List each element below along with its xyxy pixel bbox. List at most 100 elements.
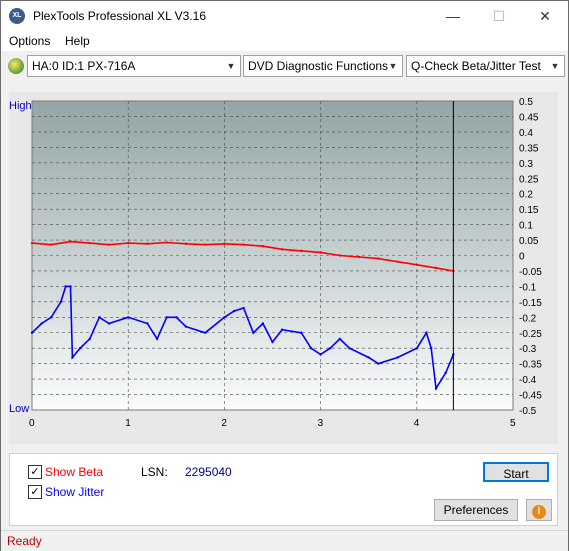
info-button[interactable]: i <box>526 499 552 521</box>
data-point-jitter <box>59 300 63 304</box>
x-tick-label: 5 <box>510 418 516 429</box>
data-point-beta <box>88 241 91 245</box>
preferences-button[interactable]: Preferences <box>434 499 518 521</box>
show-beta-checkbox[interactable]: ✓ <box>28 465 42 479</box>
data-point-beta <box>50 243 53 246</box>
y-tick-label: 0 <box>519 252 525 263</box>
app-window: XL PlexTools Professional XL V3.16 — ☐ ✕… <box>0 0 569 551</box>
menu-options[interactable]: Options <box>9 34 50 48</box>
minimize-button[interactable]: — <box>430 1 476 31</box>
data-point-beta <box>396 260 399 263</box>
function-select-value: DVD Diagnostic Functions <box>248 59 389 73</box>
data-point-jitter <box>223 316 226 319</box>
lsn-label: LSN: <box>141 465 168 479</box>
chevron-down-icon: ▼ <box>226 61 236 71</box>
y-tick-label: -0.35 <box>519 360 542 371</box>
data-point-jitter <box>348 347 351 350</box>
function-select[interactable]: DVD Diagnostic Functions ▼ <box>243 55 403 77</box>
y-tick-label: 0.35 <box>519 143 539 154</box>
drive-select[interactable]: HA:0 ID:1 PX-716A ▼ <box>27 55 241 77</box>
y-tick-label: 0.05 <box>519 236 539 247</box>
low-label: Low <box>9 403 29 415</box>
data-point-jitter <box>430 347 433 350</box>
menu-bar: Options Help <box>1 31 568 51</box>
data-point-jitter <box>107 322 111 325</box>
data-point-beta <box>377 257 380 260</box>
y-tick-label: -0.25 <box>519 329 542 340</box>
grid-lines <box>32 101 513 410</box>
data-point-jitter <box>40 322 43 325</box>
drive-status-icon <box>8 58 24 74</box>
status-text: Ready <box>7 534 42 548</box>
data-point-jitter <box>434 387 438 390</box>
app-logo-icon: XL <box>9 8 25 24</box>
data-point-beta <box>300 249 303 253</box>
x-tick-label: 1 <box>125 418 131 429</box>
y-tick-label: -0.1 <box>519 282 537 293</box>
data-point-beta <box>223 242 226 245</box>
menu-help[interactable]: Help <box>65 34 90 48</box>
data-point-jitter <box>309 347 313 350</box>
data-point-jitter <box>30 331 34 334</box>
y-tick-label: -0.45 <box>519 391 542 402</box>
y-tick-label: 0.25 <box>519 174 539 185</box>
x-tick-label: 3 <box>318 418 324 429</box>
jitter-beta-chart: 0.5 0.45 0.4 0.35 0.3 0.25 0.2 0.15 0.1 0.05 0 -0.0… <box>9 97 542 429</box>
y-tick-label: -0.3 <box>519 344 537 355</box>
close-button[interactable]: ✕ <box>522 1 568 31</box>
data-point-jitter <box>367 356 370 359</box>
drive-select-value: HA:0 ID:1 PX-716A <box>32 59 136 73</box>
data-point-beta <box>434 266 438 270</box>
data-point-jitter <box>184 325 188 328</box>
data-point-beta <box>146 242 149 245</box>
y-tick-label: 0.5 <box>519 97 533 108</box>
data-point-beta <box>127 241 130 245</box>
maximize-button[interactable]: ☐ <box>476 1 522 31</box>
data-point-jitter <box>71 356 74 359</box>
options-panel: ✓ Show Beta ✓ Show Jitter LSN: 2295040 S… <box>9 453 558 526</box>
start-button[interactable]: Start <box>483 462 549 482</box>
y-tick-label: -0.5 <box>519 406 537 417</box>
chevron-down-icon: ▼ <box>550 61 560 71</box>
data-point-jitter <box>252 331 255 334</box>
data-point-jitter <box>396 356 399 359</box>
data-point-beta <box>338 254 342 257</box>
data-point-jitter <box>155 337 159 341</box>
data-point-jitter <box>50 316 53 319</box>
data-point-jitter <box>232 309 236 313</box>
data-point-jitter <box>98 316 101 319</box>
y-tick-label: -0.4 <box>519 375 537 386</box>
show-beta-label: Show Beta <box>45 465 104 479</box>
lsn-value: 2295040 <box>185 465 232 479</box>
test-select[interactable]: Q-Check Beta/Jitter Test ▼ <box>406 55 565 77</box>
info-icon: i <box>532 505 546 519</box>
data-point-beta <box>261 245 265 248</box>
data-point-beta <box>415 263 418 266</box>
data-point-beta <box>242 243 245 246</box>
data-point-beta <box>165 241 168 244</box>
data-point-jitter <box>300 331 303 334</box>
data-point-jitter <box>319 353 322 356</box>
y-tick-label: 0.45 <box>519 112 539 123</box>
data-point-jitter <box>88 337 91 341</box>
y-tick-label: 0.4 <box>519 128 533 139</box>
data-point-beta <box>184 242 188 245</box>
data-point-jitter <box>261 322 265 325</box>
data-point-jitter <box>146 322 149 325</box>
data-point-jitter <box>444 371 447 375</box>
show-jitter-checkbox[interactable]: ✓ <box>28 485 42 499</box>
data-point-jitter <box>329 347 332 350</box>
x-tick-label: 2 <box>221 418 227 429</box>
chart-panel: 0.5 0.45 0.4 0.35 0.3 0.25 0.2 0.15 0.1 0.05 0 -0.0… <box>9 92 558 444</box>
x-tick-label: 0 <box>29 418 35 429</box>
data-point-beta <box>30 241 34 245</box>
test-select-value: Q-Check Beta/Jitter Test <box>411 59 541 73</box>
data-point-jitter <box>271 340 274 344</box>
data-point-jitter <box>415 347 418 350</box>
y-tick-label: 0.3 <box>519 159 533 170</box>
title-bar: XL PlexTools Professional XL V3.16 — ☐ ✕ <box>1 1 568 31</box>
window-title: PlexTools Professional XL V3.16 <box>33 9 206 23</box>
data-point-jitter <box>127 316 130 319</box>
data-point-jitter <box>165 316 168 319</box>
y-tick-label: 0.2 <box>519 190 533 201</box>
